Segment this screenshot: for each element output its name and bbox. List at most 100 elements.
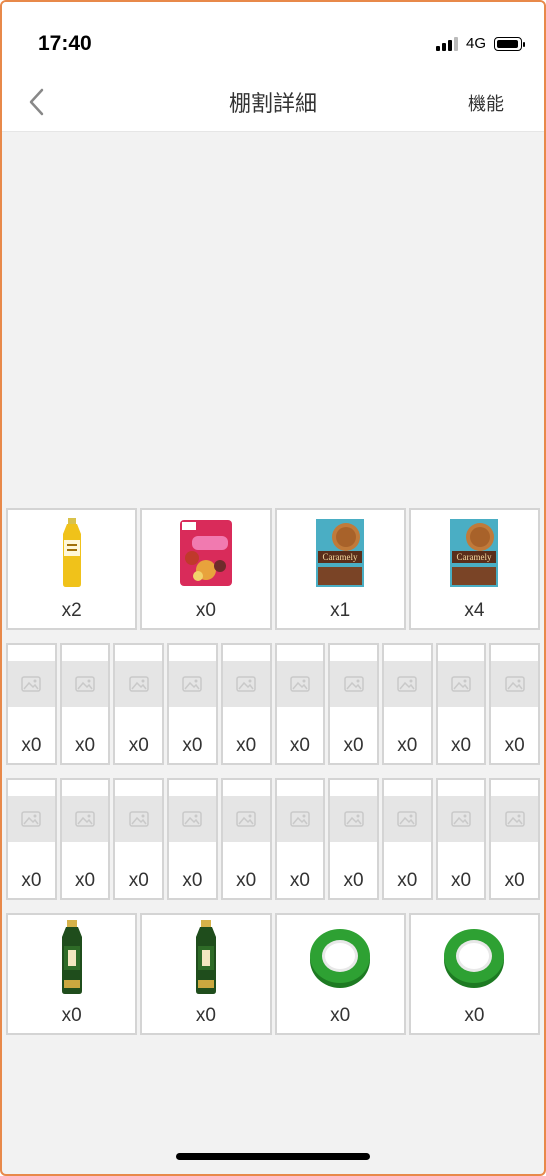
empty-shelf-slot[interactable]: x0 [328, 643, 379, 765]
slot-count: x1 [330, 600, 351, 621]
empty-shelf-slot[interactable]: x0 [381, 778, 433, 900]
slot-count: x0 [330, 1005, 351, 1026]
slot-count: x0 [450, 735, 472, 756]
image-placeholder-icon [491, 796, 539, 842]
slot-count: x0 [182, 870, 203, 891]
image-placeholder-icon [8, 661, 55, 707]
empty-shelf-slot[interactable]: x0 [220, 643, 272, 765]
status-bar: 17:40 4G [2, 2, 544, 82]
status-indicators: 4G [435, 35, 525, 52]
slot-count: x0 [464, 1005, 485, 1026]
image-placeholder-icon [8, 796, 55, 842]
caramely-cookie-box-image: Caramely [448, 516, 500, 590]
slot-count: x0 [128, 870, 149, 891]
empty-shelf-slot[interactable]: x0 [489, 643, 541, 765]
slot-count: x0 [182, 735, 203, 756]
empty-shelf-slot[interactable]: x0 [274, 778, 326, 900]
shelf-slot[interactable]: Caramely x4 [408, 508, 540, 630]
svg-text:Caramely: Caramely [457, 552, 492, 562]
shelf-slot[interactable]: x0 [140, 913, 272, 1035]
network-type: 4G [465, 35, 486, 52]
status-time: 17:40 [38, 32, 92, 55]
slot-count: x0 [195, 1005, 216, 1026]
yellow-tea-bottle-image [59, 516, 85, 590]
slot-count: x0 [397, 735, 418, 756]
empty-shelf-slot[interactable]: x0 [435, 643, 487, 765]
granola-bag-image [178, 516, 234, 590]
slot-count: x0 [236, 870, 257, 891]
image-placeholder-icon [61, 661, 109, 707]
green-tape-roll-image [441, 921, 507, 995]
shelf-row-1: x2 x0 Caramely x1 Caramely x4 [6, 508, 540, 630]
image-placeholder-icon [330, 661, 377, 707]
green-tea-bottle-image [59, 920, 85, 995]
image-placeholder-icon [222, 796, 270, 842]
slot-count: x0 [195, 600, 216, 621]
shelf-slot[interactable]: x0 [6, 913, 138, 1035]
image-placeholder-icon [169, 661, 216, 707]
shelf-slot[interactable]: x2 [6, 508, 138, 630]
slot-count: x2 [61, 600, 82, 621]
slot-count: x0 [236, 735, 257, 756]
image-placeholder-icon [276, 796, 324, 842]
shelf-row-2: x0 x0 x0 x0 x0 x0 x0 x0 x0 x0 [6, 643, 541, 765]
shelf-slot[interactable]: x0 [140, 508, 272, 630]
slot-count: x0 [289, 735, 310, 756]
shelf-slot[interactable]: x0 [274, 913, 406, 1035]
image-placeholder-icon [437, 661, 485, 707]
shelf-slot[interactable]: x0 [408, 913, 540, 1035]
slot-count: x0 [75, 870, 96, 891]
slot-count: x0 [75, 735, 96, 756]
image-placeholder-icon [383, 661, 431, 707]
empty-shelf-slot[interactable]: x0 [220, 778, 272, 900]
shelf-row-3: x0 x0 x0 x0 x0 x0 x0 x0 x0 x0 [6, 778, 541, 900]
green-tea-bottle-image [193, 920, 219, 995]
caramely-cookie-box-image: Caramely [314, 516, 366, 590]
svg-text:Caramely: Caramely [323, 552, 358, 562]
navigation-bar: 棚割詳細 機能 [2, 82, 544, 132]
home-indicator [176, 1153, 370, 1160]
empty-shelf-slot[interactable]: x0 [167, 778, 218, 900]
empty-shelf-slot[interactable]: x0 [167, 643, 218, 765]
image-placeholder-icon [115, 661, 163, 707]
slot-count: x0 [61, 1005, 82, 1026]
image-placeholder-icon [61, 796, 109, 842]
empty-shelf-slot[interactable]: x0 [381, 643, 433, 765]
image-placeholder-icon [330, 796, 377, 842]
image-placeholder-icon [222, 661, 270, 707]
slot-count: x0 [504, 735, 525, 756]
image-placeholder-icon [115, 796, 163, 842]
slot-count: x0 [343, 870, 364, 891]
battery-icon [494, 36, 525, 51]
image-placeholder-icon [276, 661, 324, 707]
app-frame: 17:40 4G 棚割詳細 機能 x2 x0 Caramely x1 Caram… [0, 0, 546, 1176]
image-placeholder-icon [383, 796, 431, 842]
signal-icon [435, 36, 458, 51]
image-placeholder-icon [491, 661, 539, 707]
empty-shelf-slot[interactable]: x0 [489, 778, 541, 900]
empty-shelf-slot[interactable]: x0 [59, 778, 111, 900]
green-tape-roll-image [307, 921, 373, 995]
slot-count: x0 [343, 735, 364, 756]
shelf-row-4: x0 x0 x0 x0 [6, 913, 540, 1035]
image-placeholder-icon [437, 796, 485, 842]
slot-count: x4 [464, 600, 485, 621]
slot-count: x0 [21, 735, 42, 756]
slot-count: x0 [397, 870, 418, 891]
slot-count: x0 [504, 870, 525, 891]
empty-shelf-slot[interactable]: x0 [113, 778, 165, 900]
shelf-slot[interactable]: Caramely x1 [274, 508, 406, 630]
image-placeholder-icon [169, 796, 216, 842]
function-button[interactable]: 機能 [468, 90, 504, 116]
empty-shelf-slot[interactable]: x0 [113, 643, 165, 765]
empty-shelf-slot[interactable]: x0 [435, 778, 487, 900]
empty-shelf-slot[interactable]: x0 [328, 778, 379, 900]
empty-shelf-slot[interactable]: x0 [274, 643, 326, 765]
empty-shelf-slot[interactable]: x0 [6, 778, 57, 900]
slot-count: x0 [128, 735, 149, 756]
empty-shelf-slot[interactable]: x0 [6, 643, 57, 765]
slot-count: x0 [21, 870, 42, 891]
page-title: 棚割詳細 [228, 91, 317, 116]
slot-count: x0 [450, 870, 472, 891]
empty-shelf-slot[interactable]: x0 [59, 643, 111, 765]
